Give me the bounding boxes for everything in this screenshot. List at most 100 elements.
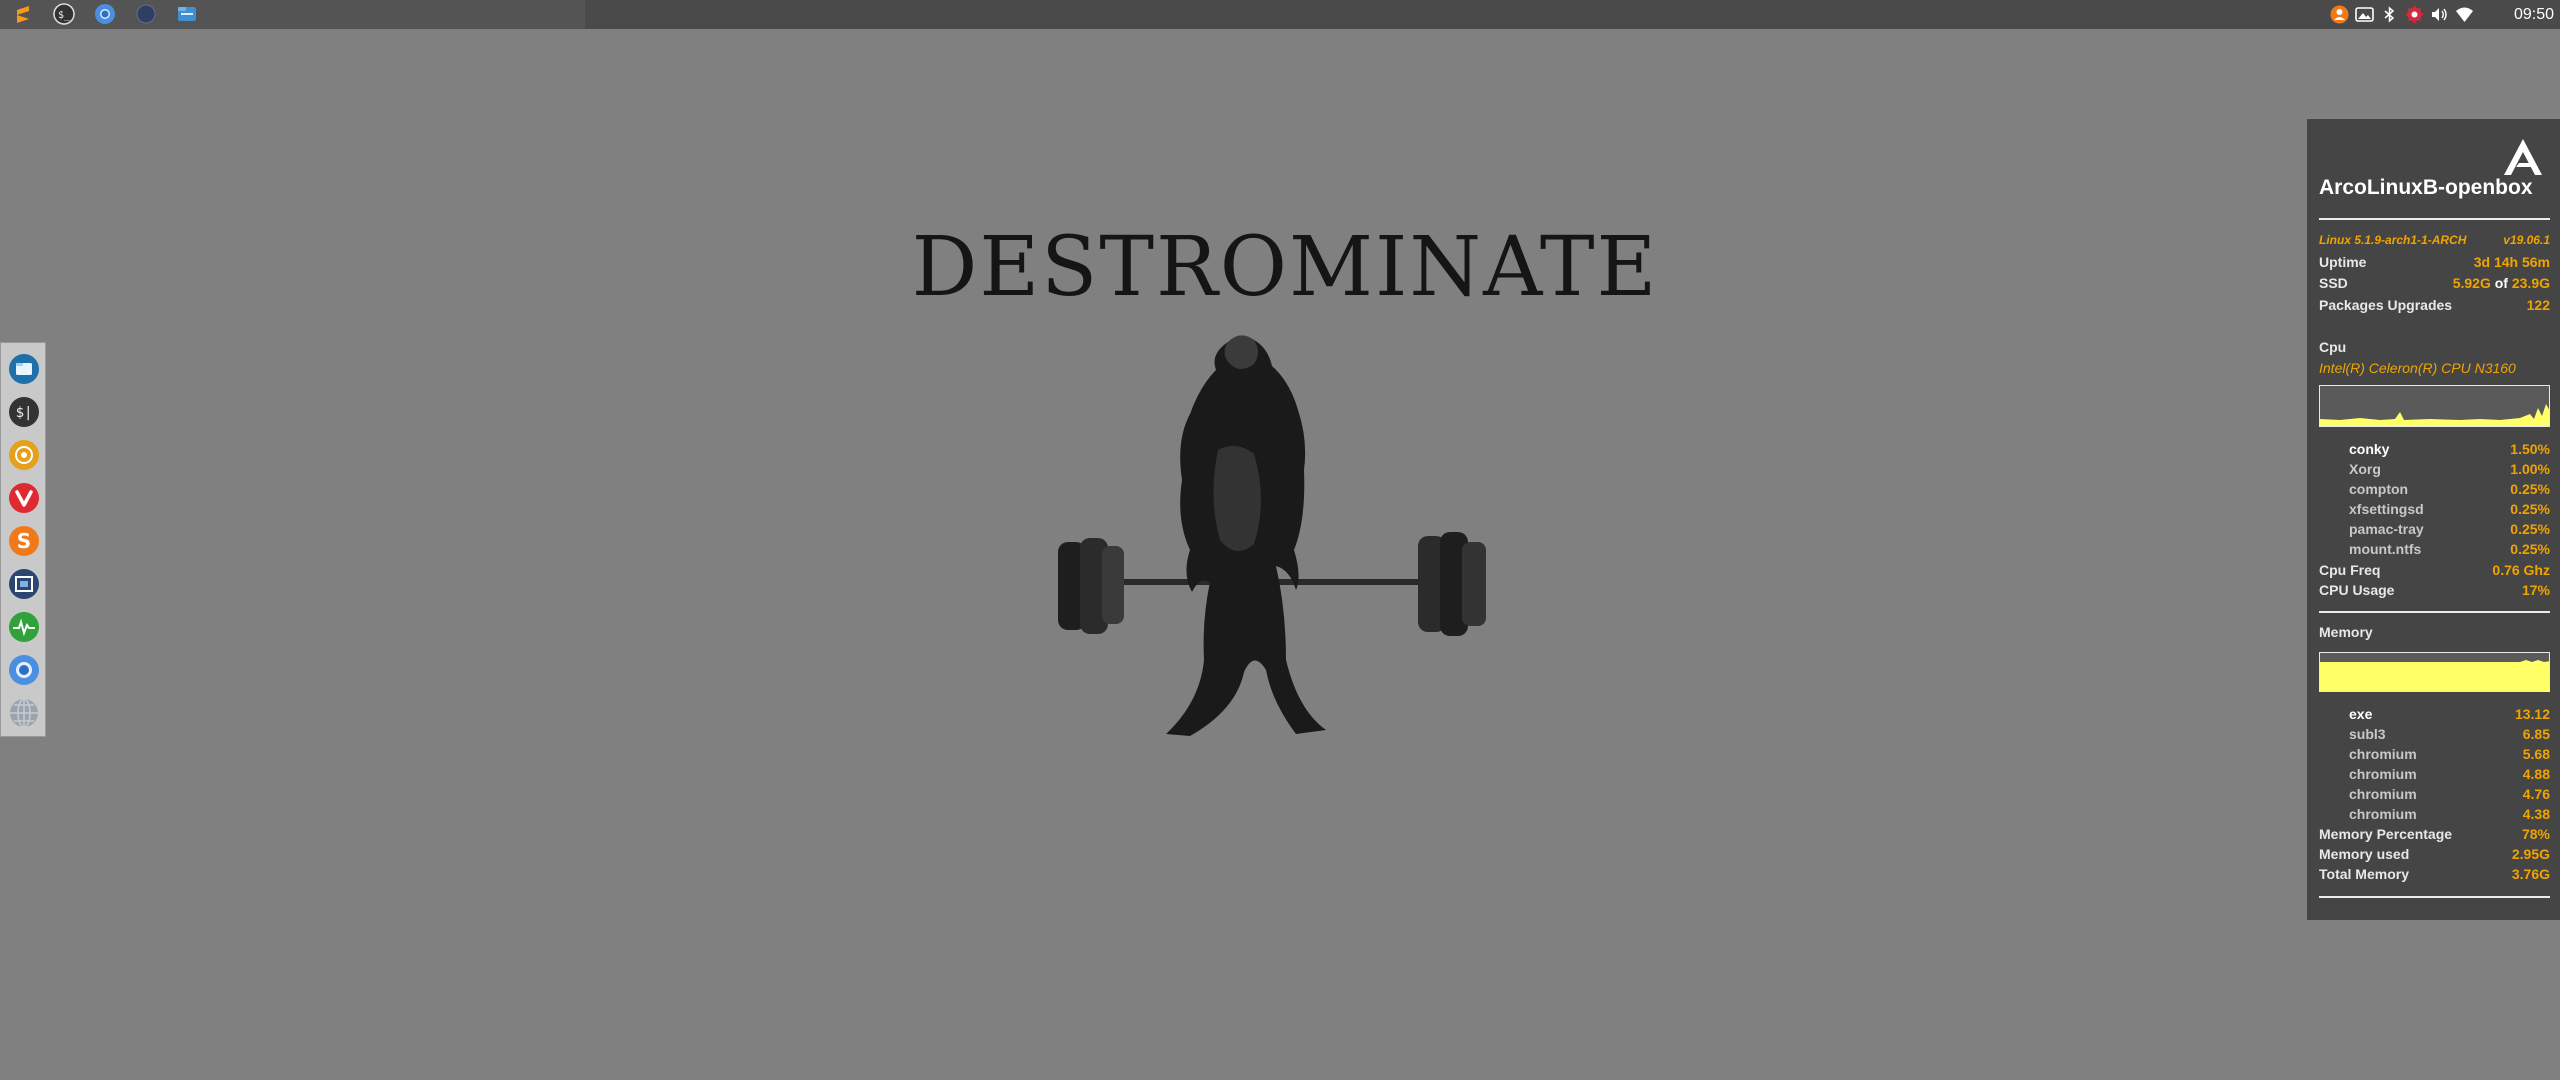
cpu-process-name: compton (2349, 481, 2409, 497)
conky-kernel: Linux 5.1.9-arch1-1-ARCH (2319, 233, 2467, 247)
file-manager-icon (9, 354, 39, 384)
conky-uptime-value: 3d 14h 56m (2473, 254, 2550, 270)
user-tray[interactable] (2330, 5, 2349, 24)
dock-rhythmbox[interactable] (8, 439, 40, 471)
conky-packages-row: Packages Upgrades 122 (2319, 295, 2550, 315)
bluetooth-tray[interactable] (2380, 5, 2399, 24)
mem-process-row: exe 13.12 (2319, 704, 2550, 724)
conky-ssd-of: of (2494, 275, 2508, 291)
wifi-icon (2456, 7, 2473, 22)
conky-mem-used-value: 2.95G (2511, 846, 2550, 862)
terminal-icon: $| (9, 397, 39, 427)
blank-app-icon (136, 4, 156, 24)
cpu-process-value: 0.25% (2510, 541, 2550, 557)
user-icon (2330, 5, 2349, 24)
conky-mem-pct-row: Memory Percentage 78% (2319, 824, 2550, 844)
cpu-process-value: 1.50% (2510, 441, 2550, 457)
cpu-process-name: conky (2349, 441, 2390, 457)
conky-cpu-model-row: Intel(R) Celeron(R) CPU N3160 (2319, 358, 2550, 378)
volume-tray[interactable] (2430, 5, 2449, 24)
cpu-process-name: Xorg (2349, 461, 2381, 477)
conky-divider (2319, 218, 2550, 220)
dock-file-manager[interactable] (8, 353, 40, 385)
dock-system-monitor[interactable] (8, 611, 40, 643)
svg-text:$|: $| (16, 405, 33, 421)
conky-ssd-used: 5.92G (2452, 275, 2491, 291)
conky-ssd-total: 23.9G (2511, 275, 2550, 291)
cpu-process-row: conky 1.50% (2319, 439, 2550, 459)
conky-packages-value: 122 (2526, 297, 2550, 313)
terminal-launcher[interactable]: $_ (53, 3, 75, 25)
conky-memory-heading: Memory (2319, 624, 2373, 640)
conky-cpu-usage-row: CPU Usage 17% (2319, 580, 2550, 600)
update-icon (2406, 6, 2423, 23)
cpu-process-row: Xorg 1.00% (2319, 459, 2550, 479)
cpu-process-name: mount.ntfs (2349, 541, 2422, 557)
mem-process-value: 5.68 (2522, 746, 2550, 762)
mem-process-value: 13.12 (2514, 706, 2550, 722)
mem-process-name: chromium (2349, 766, 2417, 782)
mem-process-row: chromium 4.38 (2319, 804, 2550, 824)
chromium-icon (95, 4, 115, 24)
mem-process-value: 4.88 (2522, 766, 2550, 782)
conky-divider (2319, 611, 2550, 613)
conky-cpu-usage-label: CPU Usage (2319, 582, 2395, 598)
dock-vivaldi[interactable] (8, 482, 40, 514)
dock-network[interactable] (8, 697, 40, 729)
image-icon (2355, 7, 2374, 22)
mem-process-row: chromium 4.88 (2319, 764, 2550, 784)
cpu-process-row: pamac-tray 0.25% (2319, 519, 2550, 539)
chromium-icon (9, 655, 39, 685)
mem-process-value: 4.38 (2522, 806, 2550, 822)
dock-sublime[interactable]: S (8, 525, 40, 557)
conky-mem-total-value: 3.76G (2511, 866, 2550, 882)
cpu-process-value: 0.25% (2510, 481, 2550, 497)
bear-deadlift-illustration (1058, 335, 1486, 736)
conky-mem-total-label: Total Memory (2319, 866, 2409, 882)
rhythmbox-icon (9, 440, 39, 470)
conky-mem-pct-label: Memory Percentage (2319, 826, 2453, 842)
dock-screenshot[interactable] (8, 568, 40, 600)
sublime-icon: S (9, 526, 39, 556)
arcolinux-logo-icon (2504, 139, 2542, 175)
cpu-process-name: xfsettingsd (2349, 501, 2424, 517)
cpu-process-value: 0.25% (2510, 501, 2550, 517)
file-manager-icon (178, 7, 196, 21)
image-tray[interactable] (2355, 5, 2374, 24)
svg-text:$_: $_ (58, 10, 71, 21)
mem-process-name: chromium (2349, 806, 2417, 822)
blank-app-launcher[interactable] (135, 3, 157, 25)
right-plate-outer (1462, 542, 1486, 626)
top-panel: $_ 09:50 (0, 0, 2560, 29)
left-plate-inner (1102, 546, 1124, 624)
terminal-icon: $_ (53, 3, 75, 25)
mem-process-value: 4.76 (2522, 786, 2550, 802)
conky-cpu-usage-value: 17% (2521, 582, 2550, 598)
update-tray[interactable] (2405, 5, 2424, 24)
clock[interactable]: 09:50 (2514, 5, 2554, 24)
mem-process-row: chromium 4.76 (2319, 784, 2550, 804)
file-manager-launcher[interactable] (176, 3, 198, 25)
mem-process-name: exe (2349, 706, 2373, 722)
cpu-process-value: 0.25% (2510, 521, 2550, 537)
sublime-text-icon (17, 6, 29, 23)
dock-chromium[interactable] (8, 654, 40, 686)
system-tray: 09:50 (2330, 0, 2560, 29)
cpu-graph (2319, 385, 2550, 427)
conky-cpu-heading: Cpu (2319, 339, 2347, 355)
sublime-text-launcher[interactable] (12, 3, 34, 25)
conky-cpu-heading-row: Cpu (2319, 337, 2550, 357)
cpu-process-row: compton 0.25% (2319, 479, 2550, 499)
app-dock: $| S (0, 342, 46, 737)
dock-terminal[interactable]: $| (8, 396, 40, 428)
mem-process-row: chromium 5.68 (2319, 744, 2550, 764)
vivaldi-icon (9, 483, 39, 513)
conky-packages-label: Packages Upgrades (2319, 297, 2453, 313)
conky-hostname: ArcoLinuxB-openbox (2319, 176, 2533, 199)
chromium-launcher[interactable] (94, 3, 116, 25)
conky-divider (2319, 896, 2550, 898)
conky-ssd-row: SSD 5.92G of 23.9G (2319, 273, 2550, 293)
mem-process-value: 6.85 (2522, 726, 2550, 742)
wifi-tray[interactable] (2455, 5, 2474, 24)
conky-mem-total-row: Total Memory 3.76G (2319, 864, 2550, 884)
